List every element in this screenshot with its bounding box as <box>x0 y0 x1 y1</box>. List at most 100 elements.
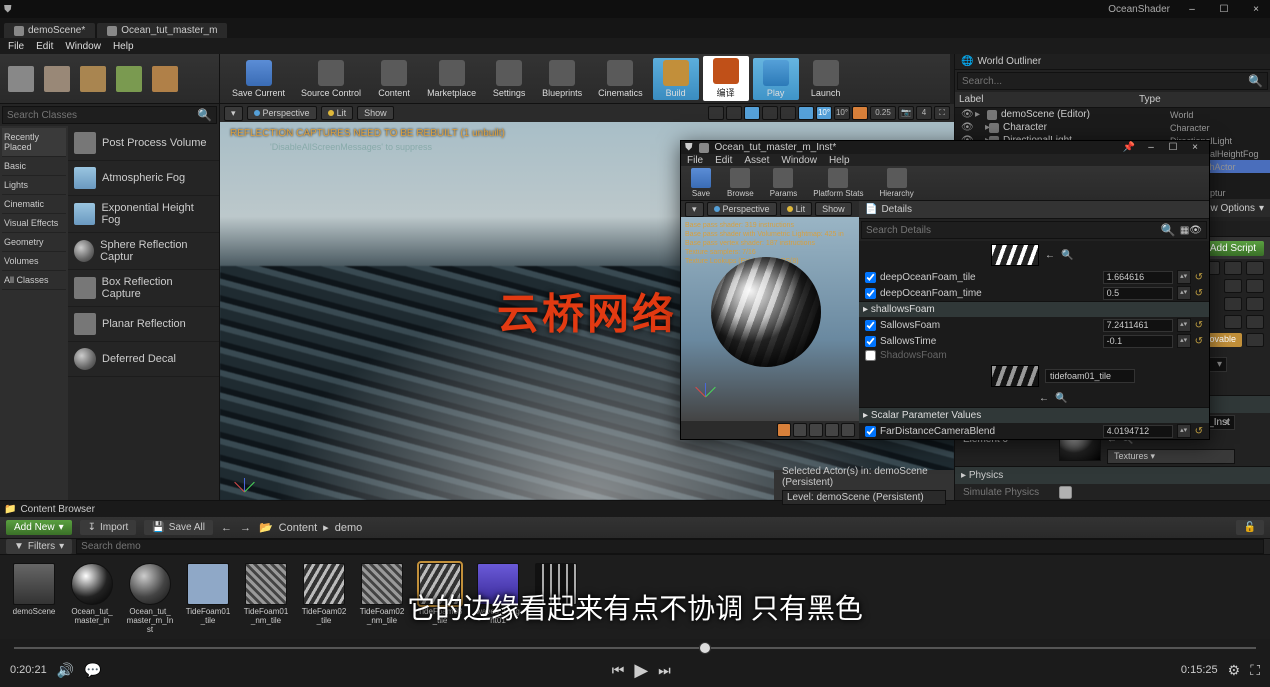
detail-tool-5[interactable] <box>1224 297 1242 311</box>
path-demo[interactable]: demo <box>335 522 363 534</box>
vp-expand[interactable]: ⛶ <box>934 106 950 120</box>
fw-min[interactable]: – <box>1141 142 1161 153</box>
path-content[interactable]: Content <box>279 522 318 534</box>
outliner-row[interactable]: 👁▸CharacterCharacter <box>955 121 1270 134</box>
spinner[interactable]: ▴▾ <box>1177 424 1191 438</box>
fw-close[interactable]: × <box>1185 142 1205 153</box>
vp-camera-icon[interactable]: 📷 <box>898 106 914 120</box>
shallows-section[interactable]: ▸ shallowsFoam <box>859 301 1209 317</box>
deep-foam-time-chk[interactable] <box>865 288 876 299</box>
vp-tool-scale[interactable] <box>780 106 796 120</box>
tree-toggle[interactable]: ▸ <box>975 122 985 133</box>
tex-back-icon[interactable]: ← <box>1039 393 1049 404</box>
source-control-button[interactable]: Source Control <box>295 58 367 100</box>
placer-search-input[interactable] <box>7 110 197 121</box>
placer-item[interactable]: Exponential Height Fog <box>68 196 219 233</box>
vp-tool-1[interactable] <box>708 106 724 120</box>
settings-icon[interactable]: ⚙ <box>1228 662 1241 679</box>
play-pause-button[interactable]: ▶ <box>634 660 648 681</box>
placer-item[interactable]: Post Process Volume <box>68 126 219 161</box>
fw-params[interactable]: Params <box>766 166 802 200</box>
outliner-row[interactable]: 👁▸demoScene (Editor)World <box>955 108 1270 121</box>
viewport-perspective[interactable]: Perspective <box>247 106 317 120</box>
placer-item[interactable]: Atmospheric Fog <box>68 161 219 196</box>
reset-icon[interactable]: ↺ <box>1195 336 1203 347</box>
placer-item[interactable]: Box Reflection Capture <box>68 270 219 307</box>
placer-category[interactable]: Volumes <box>2 252 66 271</box>
reset-icon[interactable]: ↺ <box>1195 288 1203 299</box>
menu-window[interactable]: Window <box>65 41 101 52</box>
fw-browse[interactable]: Browse <box>723 166 758 200</box>
fw-vp-opt[interactable]: ▾ <box>685 202 704 217</box>
timeline-track[interactable] <box>14 647 1256 649</box>
cb-lock-button[interactable]: 🔓 <box>1236 520 1264 535</box>
fw-menu-edit[interactable]: Edit <box>715 155 732 166</box>
shape-cube[interactable] <box>825 423 839 437</box>
settings-button[interactable]: Settings <box>486 58 532 100</box>
menu-help[interactable]: Help <box>113 41 134 52</box>
sallows-time-chk[interactable] <box>865 336 876 347</box>
shape-plane[interactable] <box>809 423 823 437</box>
fw-menu-asset[interactable]: Asset <box>744 155 769 166</box>
fw-pin[interactable]: 📌 <box>1119 142 1139 153</box>
vp-scale-snap[interactable] <box>852 106 868 120</box>
visibility-icon[interactable]: 👁 <box>961 122 971 133</box>
sallows-foam-chk[interactable] <box>865 320 876 331</box>
reset-icon[interactable]: ↺ <box>1195 426 1203 437</box>
mode-foliage-icon[interactable] <box>116 66 142 92</box>
detail-tool-6[interactable] <box>1246 297 1264 311</box>
shape-cylinder[interactable] <box>777 423 791 437</box>
far-dist-chk[interactable] <box>865 426 876 437</box>
placer-item[interactable]: Planar Reflection <box>68 307 219 342</box>
fw-perspective[interactable]: Perspective <box>707 202 777 216</box>
vp-tool-move[interactable] <box>744 106 760 120</box>
spinner[interactable]: ▴▾ <box>1177 334 1191 348</box>
timeline-handle[interactable] <box>699 642 711 654</box>
fw-menu-window[interactable]: Window <box>781 155 817 166</box>
shape-sphere[interactable] <box>793 423 807 437</box>
placer-item[interactable]: Deferred Decal <box>68 342 219 377</box>
tab-demoscene[interactable]: demoScene* <box>4 23 95 38</box>
mode-geometry-icon[interactable] <box>152 66 178 92</box>
viewport-options[interactable]: ▾ <box>224 106 243 121</box>
subtitle-icon[interactable]: 💬 <box>84 662 101 679</box>
vp-camera-speed[interactable]: 4 <box>916 106 932 120</box>
volume-icon[interactable]: 🔊 <box>57 662 74 679</box>
spinner[interactable]: ▴▾ <box>1177 318 1191 332</box>
visibility-icon[interactable]: 👁 <box>961 109 971 120</box>
nav-back[interactable]: ← <box>221 522 232 534</box>
detail-tool-4[interactable] <box>1246 279 1264 293</box>
spinner[interactable]: ▴▾ <box>1177 286 1191 300</box>
menu-file[interactable]: File <box>8 41 24 52</box>
deep-foam-tile-val[interactable] <box>1103 271 1173 284</box>
save-button[interactable]: Save Current <box>226 58 291 100</box>
textures-button[interactable]: Textures ▾ <box>1107 449 1235 464</box>
deep-foam-time-val[interactable] <box>1103 287 1173 300</box>
placer-category[interactable]: Visual Effects <box>2 214 66 233</box>
detail-tool-7[interactable] <box>1224 315 1242 329</box>
next-button[interactable]: ⏭ <box>658 662 671 679</box>
outliner-search-input[interactable] <box>962 76 1248 87</box>
placer-category[interactable]: Lights <box>2 176 66 195</box>
viewport-lit[interactable]: Lit <box>321 106 354 120</box>
texture-dropdown[interactable]: tidefoam01_tile <box>1045 369 1135 383</box>
details-tab-label[interactable]: Details <box>881 204 912 215</box>
fw-max[interactable]: ☐ <box>1163 142 1183 153</box>
mode-paint-icon[interactable] <box>44 66 70 92</box>
cb-search-input[interactable] <box>76 539 1264 554</box>
mode-landscape-icon[interactable] <box>80 66 106 92</box>
cinematics-button[interactable]: Cinematics <box>592 58 649 100</box>
fw-show[interactable]: Show <box>815 202 852 216</box>
build-button[interactable]: Build <box>653 58 699 100</box>
menu-edit[interactable]: Edit <box>36 41 53 52</box>
outliner-search[interactable]: 🔍 <box>957 72 1268 90</box>
detail-tool-eye[interactable] <box>1246 261 1264 275</box>
play-button[interactable]: Play <box>753 58 799 100</box>
col-label[interactable]: Label <box>955 94 1135 105</box>
placer-search[interactable]: 🔍 <box>2 106 217 124</box>
placer-category[interactable]: Basic <box>2 157 66 176</box>
placer-category[interactable]: All Classes <box>2 271 66 290</box>
fw-menu-file[interactable]: File <box>687 155 703 166</box>
window-maximize[interactable]: ☐ <box>1214 4 1234 15</box>
fullscreen-icon[interactable]: ⛶ <box>1250 662 1260 679</box>
